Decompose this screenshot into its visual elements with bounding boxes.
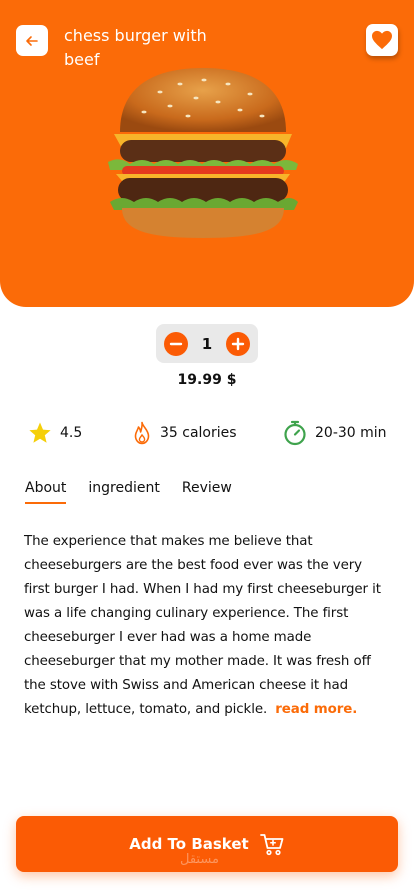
description: The experience that makes me believe tha…	[24, 530, 390, 722]
calories-value: 35 calories	[160, 425, 237, 441]
plus-icon	[231, 337, 245, 350]
description-text: The experience that makes me believe tha…	[24, 534, 381, 717]
back-button[interactable]	[16, 25, 48, 56]
minus-icon	[169, 342, 183, 345]
tab-about[interactable]: About	[25, 480, 67, 504]
tab-review[interactable]: Review	[182, 480, 232, 504]
watermark: مستقل	[180, 852, 219, 867]
price: 19.99 $	[177, 372, 237, 388]
star-icon	[29, 422, 51, 443]
flame-icon	[134, 421, 150, 445]
decrement-button[interactable]	[164, 331, 188, 356]
time-stat: 20-30 min	[283, 420, 387, 446]
timer-icon	[284, 420, 306, 446]
hero-banner: chess burger with beef	[0, 0, 414, 307]
read-more-link[interactable]: read more.	[275, 702, 357, 717]
tab-ingredient[interactable]: ingredient	[88, 480, 159, 504]
arrow-left-icon	[26, 35, 38, 46]
calories-stat: 35 calories	[132, 420, 237, 446]
rating-value: 4.5	[60, 425, 83, 441]
add-to-basket-label: Add To Basket	[129, 835, 249, 853]
time-value: 20-30 min	[315, 425, 387, 441]
cart-icon	[259, 834, 284, 856]
quantity-stepper: 1	[156, 324, 258, 363]
increment-button[interactable]	[226, 331, 250, 356]
quantity-value: 1	[201, 334, 213, 353]
heart-icon	[372, 30, 392, 50]
burger-image	[108, 68, 298, 238]
favorite-button[interactable]	[366, 24, 398, 56]
rating-stat: 4.5	[28, 420, 82, 446]
tab-bar: About ingredient Review	[25, 480, 254, 504]
